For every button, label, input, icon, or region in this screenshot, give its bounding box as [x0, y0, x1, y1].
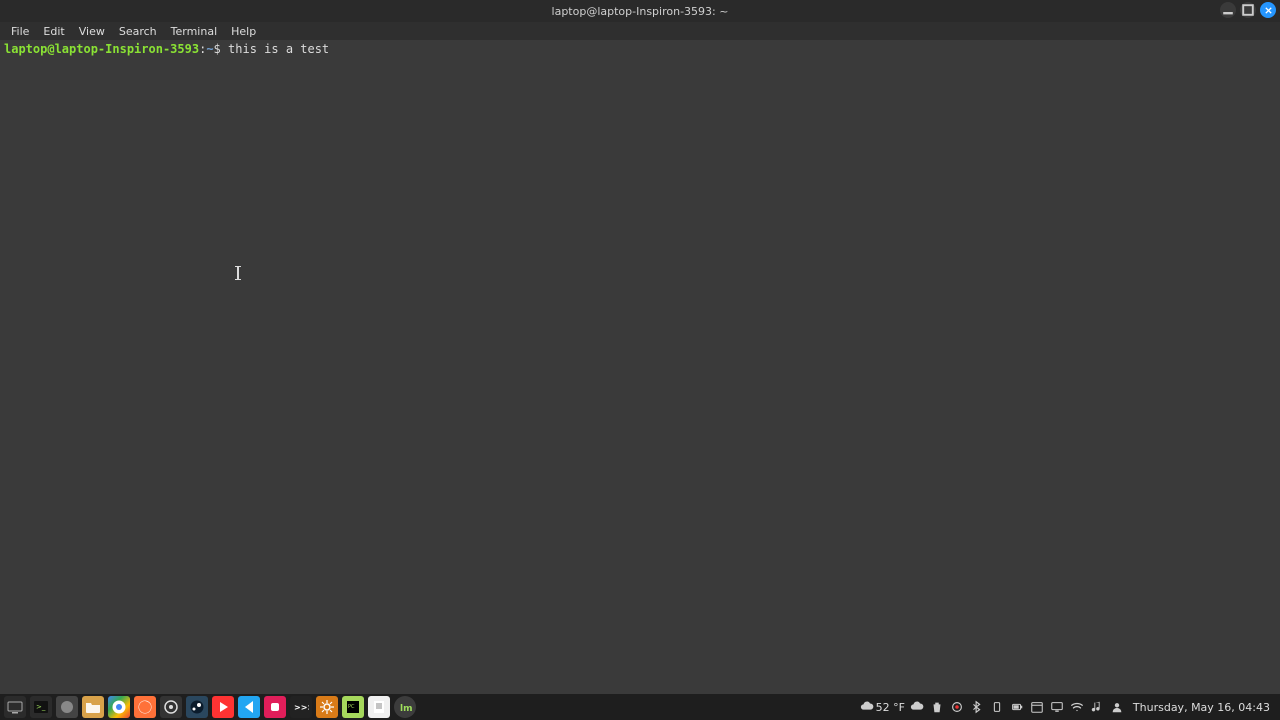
firefox-launcher[interactable]: [134, 696, 156, 718]
weather-tray[interactable]: [909, 699, 925, 715]
obs-launcher[interactable]: [160, 696, 182, 718]
panel-tray: 52 °F Thursday, May 16, 04:43: [860, 699, 1276, 715]
maximize-button[interactable]: [1240, 2, 1256, 18]
chrome-icon: [111, 699, 127, 715]
chrome-launcher[interactable]: [108, 696, 130, 718]
close-button[interactable]: [1260, 2, 1276, 18]
menubar: File Edit View Search Terminal Help: [0, 22, 1280, 40]
show-desktop-button[interactable]: [4, 696, 26, 718]
titlebar: laptop@laptop-Inspiron-3593: ~: [0, 0, 1280, 22]
close-icon: [1264, 6, 1273, 15]
weather-temp: 52 °F: [876, 701, 905, 714]
chevrons-icon: [293, 699, 309, 715]
files-launcher[interactable]: [82, 696, 104, 718]
text-cursor-icon: [237, 266, 239, 280]
mint-icon: [397, 699, 413, 715]
minimize-button[interactable]: [1220, 2, 1236, 18]
pycharm-icon: [345, 699, 361, 715]
menu-help[interactable]: Help: [224, 24, 263, 39]
display-icon: [1050, 700, 1064, 714]
terminal-area[interactable]: laptop@laptop-Inspiron-3593:~$ this is a…: [0, 40, 1280, 694]
audio-tray[interactable]: [1089, 699, 1105, 715]
slack-launcher[interactable]: [264, 696, 286, 718]
user-icon: [1110, 700, 1124, 714]
chevrons-launcher[interactable]: [290, 696, 312, 718]
cloud-icon: [860, 700, 874, 714]
steam-icon: [189, 699, 205, 715]
clock[interactable]: Thursday, May 16, 04:43: [1133, 701, 1270, 714]
cal-tray[interactable]: [1029, 699, 1045, 715]
prompt-path: ~: [206, 42, 213, 56]
cloud-icon: [910, 700, 924, 714]
wifi-icon: [1070, 700, 1084, 714]
usb-icon: [990, 700, 1004, 714]
terminal-launcher[interactable]: [30, 696, 52, 718]
document-icon: [371, 699, 387, 715]
display-tray[interactable]: [1049, 699, 1065, 715]
pycharm-launcher[interactable]: [342, 696, 364, 718]
obs-icon: [163, 699, 179, 715]
bluetooth-icon: [970, 700, 984, 714]
prompt-symbol: $: [214, 42, 221, 56]
trash-icon: [930, 700, 944, 714]
vscode-launcher[interactable]: [238, 696, 260, 718]
firefox-icon: [137, 699, 153, 715]
bluetooth-tray[interactable]: [969, 699, 985, 715]
record-icon: [950, 700, 964, 714]
menu-file[interactable]: File: [4, 24, 36, 39]
slack-icon: [267, 699, 283, 715]
folder-icon: [85, 699, 101, 715]
steam-launcher[interactable]: [186, 696, 208, 718]
network-tray[interactable]: [1069, 699, 1085, 715]
app1-launcher[interactable]: [56, 696, 78, 718]
prompt-user-host: laptop@laptop-Inspiron-3593: [4, 42, 199, 56]
docs-launcher[interactable]: [368, 696, 390, 718]
weather-widget[interactable]: 52 °F: [860, 700, 905, 714]
note-icon: [1090, 700, 1104, 714]
trash-tray[interactable]: [929, 699, 945, 715]
app-icon: [59, 699, 75, 715]
command-input: this is a test: [228, 42, 329, 56]
vscode-icon: [241, 699, 257, 715]
ytmusic-launcher[interactable]: [212, 696, 234, 718]
maximize-icon: [1240, 2, 1256, 18]
command-text: [221, 42, 228, 56]
panel-launchers: [4, 696, 416, 718]
play-icon: [215, 699, 231, 715]
calendar-icon: [1030, 700, 1044, 714]
mint-menu[interactable]: [394, 696, 416, 718]
window-controls: [1220, 2, 1276, 18]
minimize-icon: [1220, 2, 1236, 18]
gear-icon: [319, 699, 335, 715]
terminal-icon: [33, 699, 49, 715]
menu-search[interactable]: Search: [112, 24, 164, 39]
menu-view[interactable]: View: [72, 24, 112, 39]
recorder-tray[interactable]: [949, 699, 965, 715]
battery-tray[interactable]: [1009, 699, 1025, 715]
menu-edit[interactable]: Edit: [36, 24, 71, 39]
window-title: laptop@laptop-Inspiron-3593: ~: [552, 5, 729, 18]
settings-launcher[interactable]: [316, 696, 338, 718]
usb-tray[interactable]: [989, 699, 1005, 715]
menu-terminal[interactable]: Terminal: [164, 24, 225, 39]
battery-icon: [1010, 700, 1024, 714]
user-tray[interactable]: [1109, 699, 1125, 715]
taskbar-panel: 52 °F Thursday, May 16, 04:43: [0, 694, 1280, 720]
desktop-icon: [7, 699, 23, 715]
